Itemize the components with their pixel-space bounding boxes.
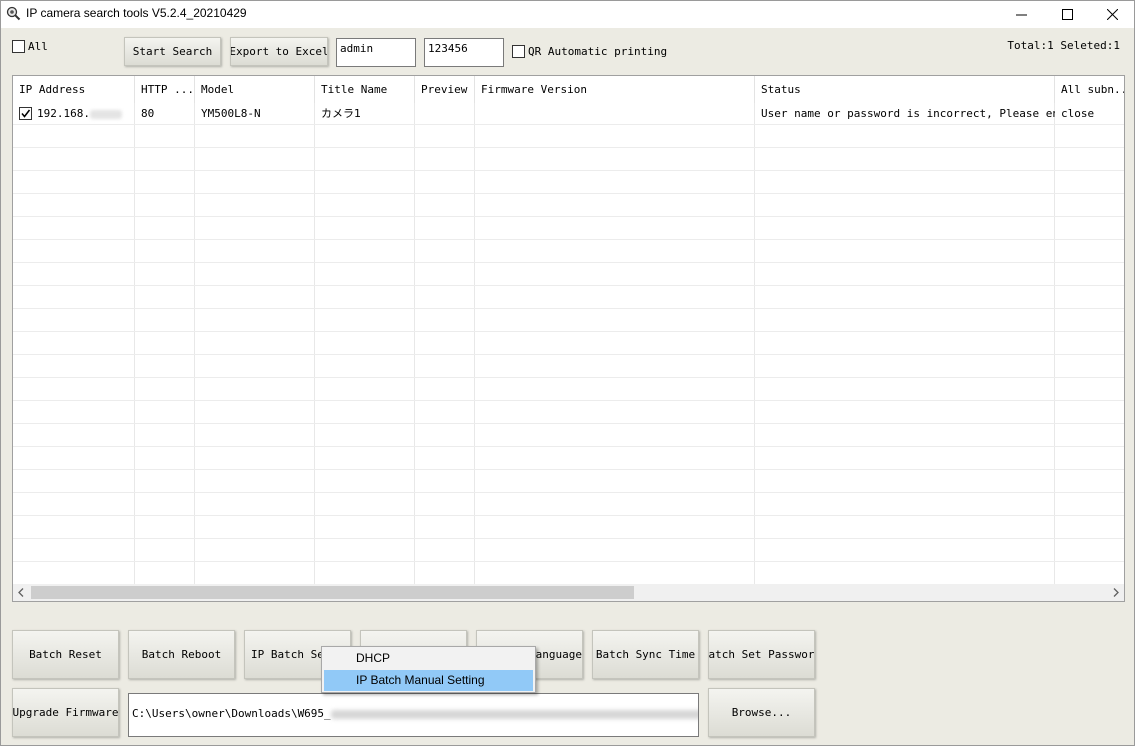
col-firmware-version[interactable]: Firmware Version: [475, 76, 755, 103]
minimize-icon: [1015, 14, 1027, 16]
scroll-left-arrow-icon[interactable]: [17, 588, 25, 597]
col-status[interactable]: Status: [755, 76, 1055, 103]
browse-button[interactable]: Browse...: [708, 688, 815, 737]
scrollbar-thumb[interactable]: [31, 586, 634, 599]
maximize-icon: [1061, 9, 1073, 20]
horizontal-scrollbar[interactable]: [13, 584, 1124, 601]
upgrade-firmware-button[interactable]: Upgrade Firmware: [12, 688, 119, 737]
app-window: IP camera search tools V5.2.4_20210429 A…: [0, 0, 1135, 746]
magnifier-camera-icon: [6, 6, 21, 21]
qr-print-label: QR Automatic printing: [528, 45, 668, 58]
export-excel-button[interactable]: Export to Excel: [230, 37, 328, 66]
batch-set-password-button[interactable]: Batch Set Password: [708, 630, 815, 679]
col-model[interactable]: Model: [195, 76, 315, 103]
col-http-port[interactable]: HTTP ...: [135, 76, 195, 103]
cell-all-subnet: close: [1061, 107, 1095, 120]
title-bar: IP camera search tools V5.2.4_20210429: [1, 1, 1134, 28]
total-selected-status: Total:1 Seleted:1: [1007, 39, 1120, 52]
select-all-checkbox[interactable]: [12, 40, 25, 53]
check-icon: [21, 109, 31, 118]
cell-status: User name or password is incorrect, Plea…: [761, 107, 1055, 120]
batch-sync-time-button[interactable]: Batch Sync Time: [592, 630, 699, 679]
table-header: IP Address HTTP ... Model Title Name Pre…: [13, 76, 1124, 103]
qr-print-checkbox[interactable]: [512, 45, 525, 58]
col-ip-address[interactable]: IP Address: [13, 76, 135, 103]
maximize-button[interactable]: [1044, 1, 1090, 28]
cell-preview: [415, 103, 475, 125]
col-preview[interactable]: Preview: [415, 76, 475, 103]
cell-firmware-version: [475, 103, 755, 125]
blurred-text: [89, 109, 122, 119]
username-input[interactable]: admin: [336, 38, 416, 67]
ip-batch-set-context-menu: DHCP IP Batch Manual Setting: [321, 646, 536, 693]
close-button[interactable]: [1089, 1, 1135, 28]
password-input[interactable]: 123456: [424, 38, 504, 67]
blurred-text: [330, 709, 698, 719]
batch-reboot-button[interactable]: Batch Reboot: [128, 630, 235, 679]
col-title-name[interactable]: Title Name: [315, 76, 415, 103]
menu-item-ip-batch-manual-setting[interactable]: IP Batch Manual Setting: [324, 670, 533, 691]
window-title: IP camera search tools V5.2.4_20210429: [26, 6, 247, 20]
minimize-button[interactable]: [998, 1, 1044, 28]
scroll-right-arrow-icon[interactable]: [1112, 588, 1120, 597]
cell-http-port: 80: [141, 107, 155, 120]
start-search-button[interactable]: Start Search: [124, 37, 221, 66]
menu-item-dhcp[interactable]: DHCP: [324, 648, 533, 669]
close-icon: [1106, 9, 1118, 20]
batch-reset-button[interactable]: Batch Reset: [12, 630, 119, 679]
firmware-path-input[interactable]: C:\Users\owner\Downloads\W695_: [128, 693, 699, 737]
device-table[interactable]: IP Address HTTP ... Model Title Name Pre…: [12, 75, 1125, 602]
cell-model: YM500L8-N: [201, 107, 261, 120]
cell-title-name: カメラ1: [321, 107, 361, 120]
col-all-subnet[interactable]: All subn...: [1055, 76, 1124, 103]
select-all-label: All: [28, 40, 48, 53]
cell-ip-address: 192.168.: [31, 103, 135, 125]
